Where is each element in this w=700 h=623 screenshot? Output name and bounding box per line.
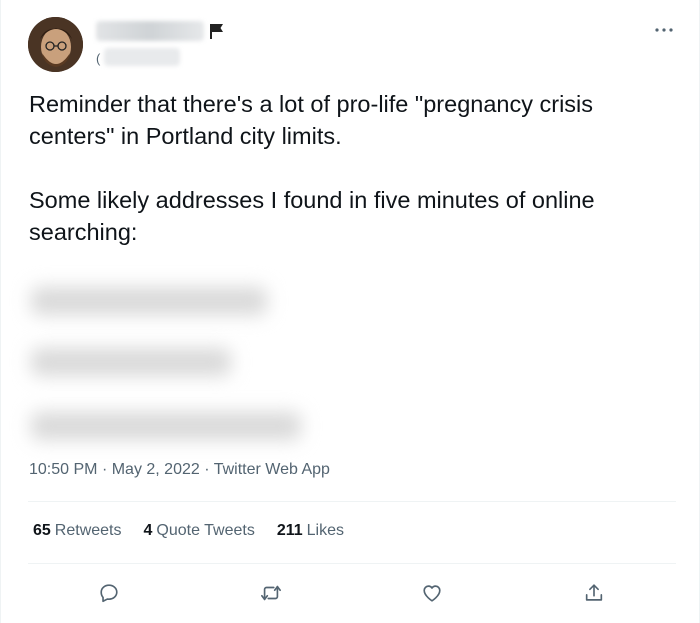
like-button[interactable] (415, 576, 449, 610)
tweet-stats: 65 Retweets 4 Quote Tweets 211 Likes (33, 522, 344, 540)
avatar[interactable] (28, 17, 83, 72)
quote-tweets-count: 4 (143, 522, 153, 539)
display-name-redacted[interactable] (96, 21, 204, 41)
more-icon[interactable] (652, 18, 676, 42)
tweet-text: Reminder that there's a lot of pro-life … (29, 88, 679, 280)
tweet-card: ( Reminder that there's a lot of pro-lif… (0, 0, 700, 623)
flag-icon (210, 24, 223, 39)
retweets-count: 65 (33, 522, 51, 539)
tweet-paragraph-2: Some likely addresses I found in five mi… (29, 187, 595, 245)
quote-tweets-stat[interactable]: 4 Quote Tweets (144, 522, 255, 540)
meta-separator: · (204, 461, 210, 478)
username-redacted[interactable] (104, 48, 180, 66)
retweets-stat[interactable]: 65 Retweets (33, 522, 122, 540)
redacted-address-1 (31, 287, 267, 315)
divider (28, 501, 676, 502)
tweet-source[interactable]: Twitter Web App (214, 461, 330, 478)
likes-count: 211 (276, 522, 303, 539)
share-icon (585, 584, 603, 601)
meta-separator: · (101, 461, 108, 478)
redacted-address-3 (31, 412, 301, 440)
retweet-icon (261, 585, 281, 601)
retweets-label: Retweets (54, 522, 122, 539)
tweet-date[interactable]: May 2, 2022 (112, 461, 200, 478)
redacted-address-2 (31, 348, 231, 376)
heart-icon (423, 585, 441, 602)
reply-icon (100, 584, 118, 603)
tweet-paragraph-1: Reminder that there's a lot of pro-life … (29, 91, 594, 149)
retweet-button[interactable] (254, 576, 288, 610)
likes-stat[interactable]: 211 Likes (277, 522, 344, 540)
quote-tweets-label: Quote Tweets (156, 522, 255, 539)
reply-button[interactable] (92, 576, 126, 610)
divider (28, 563, 676, 564)
handle-prefix: ( (96, 51, 101, 66)
tweet-time[interactable]: 10:50 PM (29, 461, 97, 478)
share-button[interactable] (577, 576, 611, 610)
tweet-meta: 10:50 PM · May 2, 2022 · Twitter Web App (29, 461, 330, 479)
likes-label: Likes (306, 522, 345, 539)
